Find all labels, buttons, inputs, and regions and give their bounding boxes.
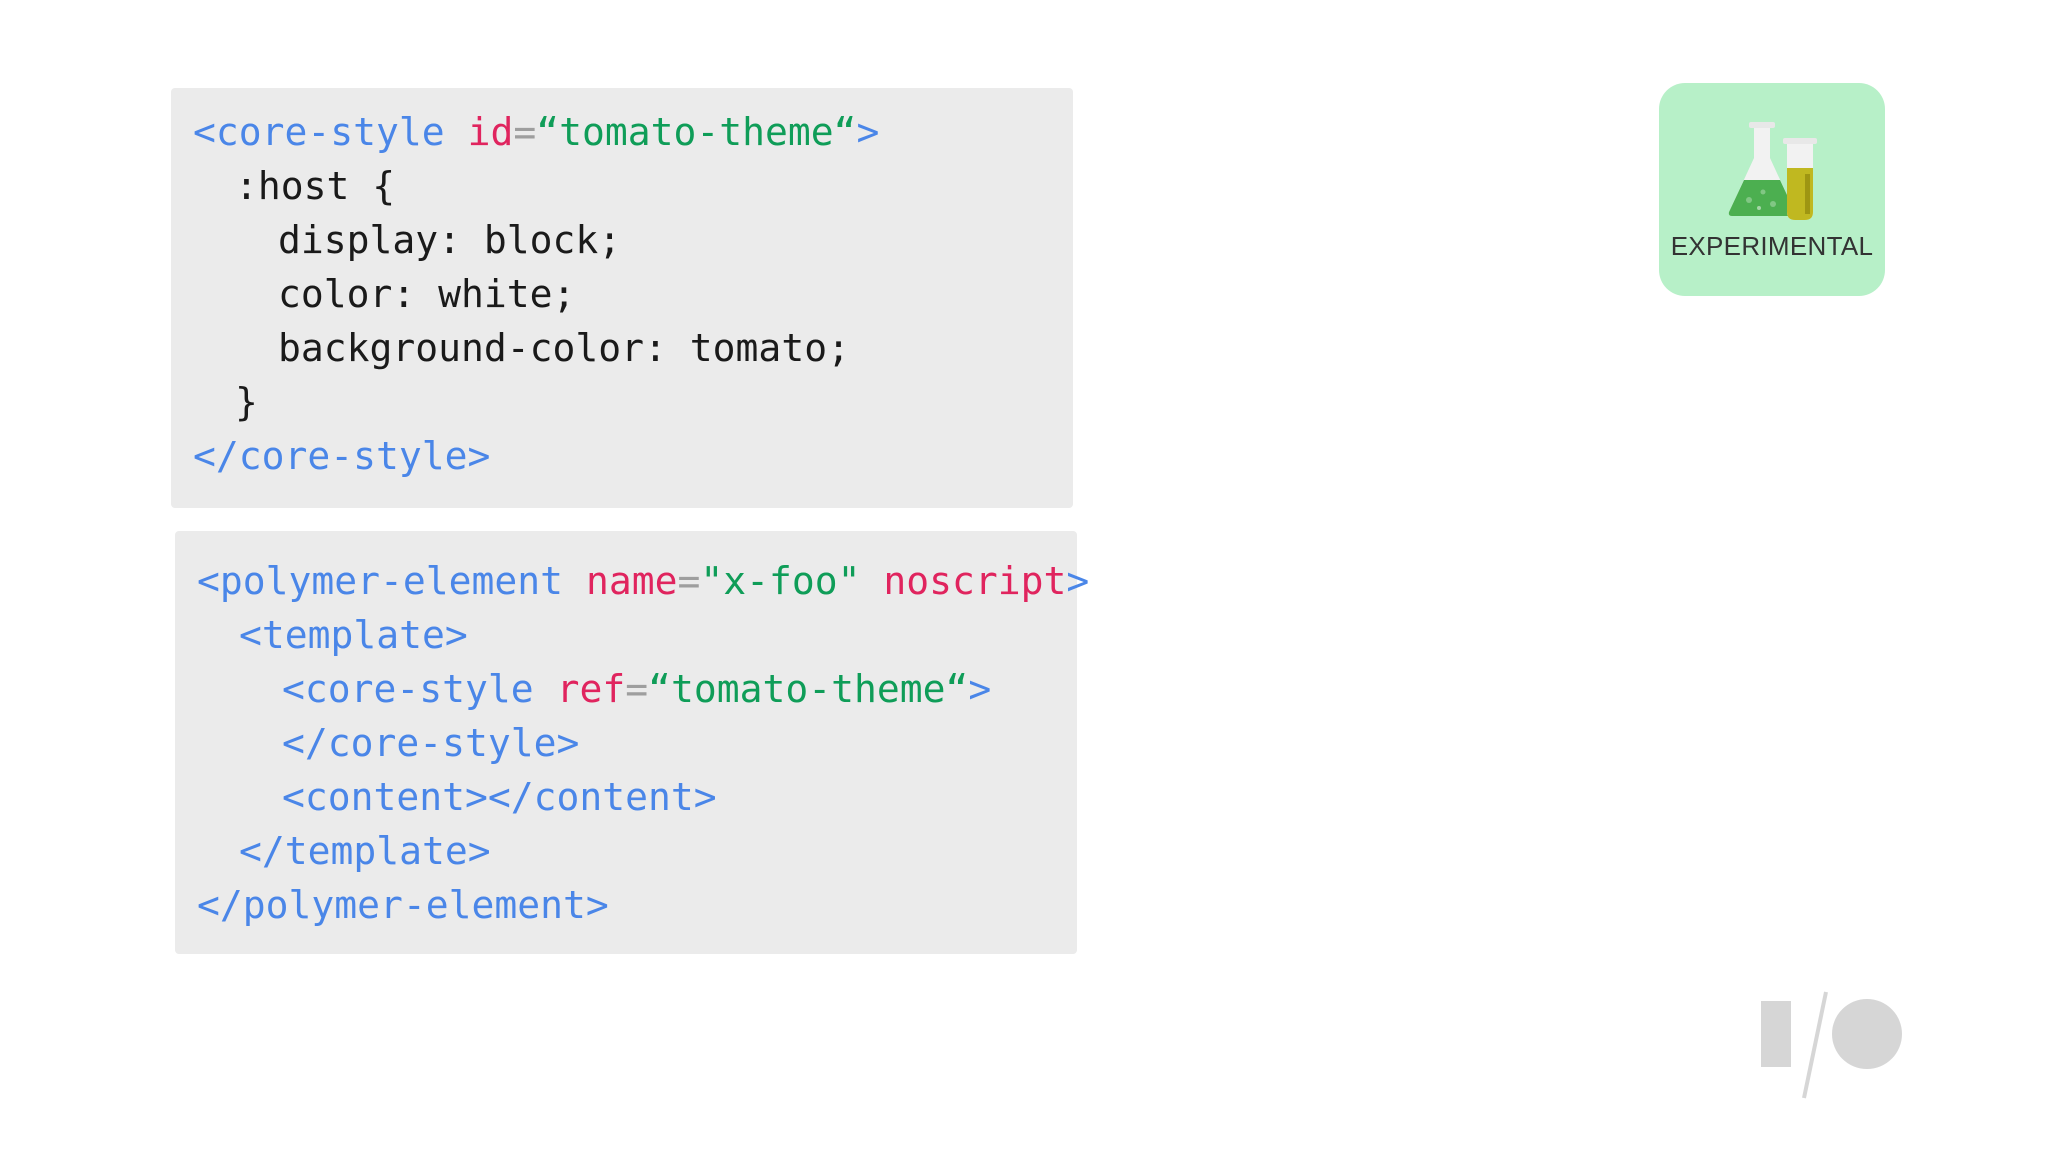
code-string: “tomato-theme“ xyxy=(536,110,857,154)
code-line: <polymer-element name="x-foo" noscript> xyxy=(175,554,1089,608)
code-line: </core-style> xyxy=(171,429,1073,483)
code-line: display: block; xyxy=(171,213,1073,267)
code-line: <template> xyxy=(175,608,1077,662)
code-attribute: noscript xyxy=(883,559,1067,603)
code-text: display: block; xyxy=(278,218,622,262)
code-string: “tomato-theme“ xyxy=(648,667,969,711)
code-line: </polymer-element> xyxy=(175,878,1077,932)
code-tag: <core-style xyxy=(193,110,445,154)
code-text: background-color: tomato; xyxy=(278,326,850,370)
code-tag: > xyxy=(1066,559,1090,603)
code-line: :host { xyxy=(171,159,1073,213)
code-line: <core-style ref=“tomato-theme“> xyxy=(175,662,1077,716)
code-line: color: white; xyxy=(171,267,1073,321)
polymer-element-code-block: <polymer-element name="x-foo" noscript> … xyxy=(175,531,1089,954)
code-tag: </template> xyxy=(239,829,491,873)
code-tag: > xyxy=(856,110,880,154)
code-attribute: name xyxy=(585,559,678,603)
code-equals: = xyxy=(513,110,537,154)
code-equals: = xyxy=(625,667,649,711)
code-line: <content></content> xyxy=(175,770,1077,824)
badge-label: EXPERIMENTAL xyxy=(1670,231,1874,261)
code-line: } xyxy=(171,375,1073,429)
code-tag: </core-style> xyxy=(193,434,491,478)
code-text: :host { xyxy=(235,164,396,208)
code-line: </core-style> xyxy=(175,716,1077,770)
code-string: "x-foo" xyxy=(700,559,861,603)
code-attribute: ref xyxy=(556,667,626,711)
code-equals: = xyxy=(677,559,701,603)
code-tag: </polymer-element> xyxy=(197,883,609,927)
code-attribute: id xyxy=(467,110,514,154)
code-text: } xyxy=(235,380,258,424)
code-tag: <core-style xyxy=(282,667,534,711)
code-line: background-color: tomato; xyxy=(171,321,1073,375)
core-style-code-block: <core-style id=“tomato-theme“> :host { d… xyxy=(171,88,1073,508)
slide: <core-style id=“tomato-theme“> :host { d… xyxy=(0,0,2048,1152)
code-tag: <polymer-element xyxy=(197,559,564,603)
code-tag: <template> xyxy=(239,613,468,657)
code-tag: > xyxy=(968,667,992,711)
experimental-badge: EXPERIMENTAL xyxy=(1659,83,1885,296)
code-tag: </core-style> xyxy=(282,721,580,765)
code-line: <core-style id=“tomato-theme“> xyxy=(171,105,1073,159)
code-text: color: white; xyxy=(278,272,576,316)
google-io-logo-icon xyxy=(1760,990,1920,1105)
code-tag: <content></content> xyxy=(282,775,717,819)
lab-flask-icon xyxy=(1728,122,1817,220)
code-line: </template> xyxy=(175,824,1077,878)
